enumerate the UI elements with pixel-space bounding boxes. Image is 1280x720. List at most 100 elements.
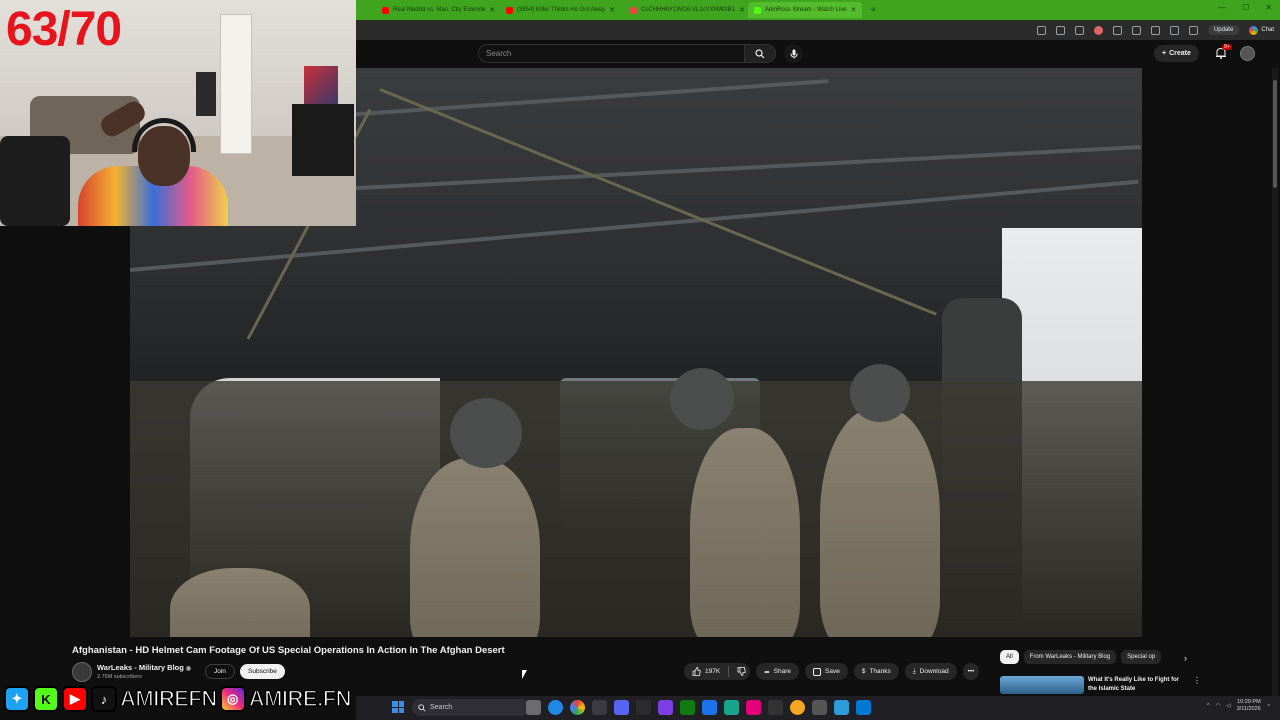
tiktok-icon: ♪: [91, 686, 117, 712]
app-icon[interactable]: [856, 700, 871, 715]
like-button[interactable]: 197K: [692, 667, 720, 676]
gemini-icon: [1249, 25, 1259, 35]
chevron-up-icon[interactable]: ^: [1207, 703, 1210, 709]
webcam-door: [220, 14, 252, 154]
recommendation-title[interactable]: What It's Really Like to Fight for the I…: [1088, 676, 1188, 694]
close-tab-icon[interactable]: ✕: [739, 6, 744, 14]
taskbar-search-input[interactable]: Search: [412, 699, 530, 716]
wifi-icon[interactable]: ◠: [1216, 703, 1221, 709]
webcam-poster: [304, 66, 338, 106]
chip-all[interactable]: All: [1000, 650, 1019, 664]
twitter-icon: ✦: [4, 686, 30, 712]
youtube-favicon-icon: [506, 6, 513, 14]
like-dislike-group: 197K: [684, 663, 751, 680]
app-icon[interactable]: [702, 700, 717, 715]
close-tab-icon[interactable]: ✕: [489, 6, 495, 14]
search-icon: [418, 703, 426, 712]
thanks-label: Thanks: [869, 668, 891, 675]
create-button[interactable]: + Create: [1154, 45, 1199, 62]
thanks-button[interactable]: $ Thanks: [853, 663, 899, 680]
channel-name-text: WarLeaks - Military Blog: [97, 663, 184, 672]
app-icon[interactable]: [658, 700, 673, 715]
profile-icon[interactable]: [1188, 25, 1198, 35]
chip-from-channel[interactable]: From WarLeaks - Military Blog: [1023, 650, 1117, 664]
edge-browser-icon[interactable]: [548, 700, 563, 715]
windows-taskbar: Search ^ ◠ ◁ 10:29 PM 3/11/2026 ◔: [356, 696, 1280, 720]
puzzle-extensions-icon[interactable]: [1150, 25, 1160, 35]
browser-tab-2[interactable]: (3854) Killer Thinks He Got Away ✕: [500, 2, 620, 18]
channel-name[interactable]: WarLeaks - Military Blog ◉: [97, 663, 191, 672]
chevron-right-icon[interactable]: ›: [1184, 653, 1187, 663]
kick-icon: K: [33, 686, 59, 712]
minimize-icon[interactable]: —: [1218, 3, 1226, 12]
mouse-cursor-icon: [522, 670, 527, 679]
save-label: Save: [825, 668, 840, 675]
thumbs-up-icon: [692, 667, 701, 676]
download-button[interactable]: ⤓ Download: [904, 663, 957, 680]
share-icon: ➦: [764, 668, 770, 676]
browser-tab-1[interactable]: Real Madrid vs. Man. City Extende ✕: [376, 2, 496, 18]
system-tray: ^ ◠ ◁ 10:29 PM 3/11/2026 ◔: [1207, 699, 1270, 713]
translate-icon[interactable]: [1055, 25, 1065, 35]
task-view-icon[interactable]: [526, 700, 541, 715]
save-bookmark-icon: [813, 667, 821, 676]
extension-icon[interactable]: [1131, 25, 1141, 35]
webcam-gaming-chair: [0, 136, 70, 226]
app-icon[interactable]: [768, 700, 783, 715]
scrollbar-thumb[interactable]: [1273, 80, 1277, 188]
extension-icon[interactable]: [1112, 25, 1122, 35]
more-vertical-icon[interactable]: ⋮: [1193, 676, 1201, 685]
app-icon[interactable]: [592, 700, 607, 715]
voice-search-button[interactable]: [784, 44, 803, 63]
progress-counter: 63/70: [6, 3, 122, 56]
chip-special-op[interactable]: Special op: [1121, 650, 1162, 664]
xbox-icon[interactable]: [680, 700, 695, 715]
chrome-browser-icon[interactable]: [570, 700, 585, 715]
kick-favicon-icon: [754, 6, 761, 14]
sidebar-icon[interactable]: [1169, 25, 1179, 35]
close-window-icon[interactable]: ✕: [1265, 3, 1272, 12]
extension-icon[interactable]: [1036, 25, 1046, 35]
share-button[interactable]: ➦ Share: [756, 663, 799, 680]
save-button[interactable]: Save: [805, 663, 848, 680]
close-tab-icon[interactable]: ✕: [609, 6, 615, 14]
taskbar-clock[interactable]: 10:29 PM 3/11/2026: [1237, 699, 1261, 713]
taskbar-apps: [526, 700, 871, 715]
volume-icon[interactable]: ◁: [1226, 703, 1230, 709]
extension-record-icon[interactable]: [1093, 25, 1103, 35]
youtube-header: Search + Create 9+: [356, 40, 1280, 68]
more-actions-button[interactable]: •••: [962, 663, 980, 680]
notification-bell-icon[interactable]: ◔: [1267, 703, 1270, 709]
window-controls: — ☐ ✕: [1218, 3, 1272, 12]
microphone-icon: [790, 49, 797, 58]
video-frame-helmet: [450, 398, 522, 468]
app-icon[interactable]: [834, 700, 849, 715]
app-icon[interactable]: [636, 700, 651, 715]
recommendation-thumbnail[interactable]: [1000, 676, 1084, 694]
windows-start-icon[interactable]: [392, 701, 404, 713]
account-avatar[interactable]: [1240, 46, 1255, 61]
browser-tab-4[interactable]: AdinRoss Stream - Watch Live ✕: [748, 2, 863, 18]
browser-tab-3[interactable]: CcCHHHhY1WO6-VL1cYXNWXB1 ✕: [624, 2, 744, 18]
search-input[interactable]: Search: [478, 44, 744, 63]
browser-chat-button[interactable]: Chat: [1249, 25, 1274, 35]
new-tab-icon[interactable]: +: [870, 5, 876, 16]
webcam-chair: [196, 72, 216, 116]
search-icon: [755, 48, 765, 58]
app-icon[interactable]: [746, 700, 761, 715]
close-tab-icon[interactable]: ✕: [850, 6, 856, 14]
discord-icon[interactable]: [614, 700, 629, 715]
settings-gear-icon[interactable]: [812, 700, 827, 715]
share-label: Share: [773, 668, 791, 675]
app-icon[interactable]: [790, 700, 805, 715]
join-button[interactable]: Join: [205, 664, 235, 679]
maximize-icon[interactable]: ☐: [1242, 3, 1249, 12]
thumbs-down-icon[interactable]: [737, 667, 746, 676]
tab-label: (3854) Killer Thinks He Got Away: [517, 7, 606, 13]
app-icon[interactable]: [724, 700, 739, 715]
search-button[interactable]: [744, 44, 776, 63]
channel-avatar[interactable]: [72, 662, 92, 682]
browser-update-button[interactable]: Update: [1207, 25, 1240, 35]
bookmark-star-icon[interactable]: [1074, 25, 1084, 35]
subscribe-button[interactable]: Subscribe: [240, 664, 285, 679]
